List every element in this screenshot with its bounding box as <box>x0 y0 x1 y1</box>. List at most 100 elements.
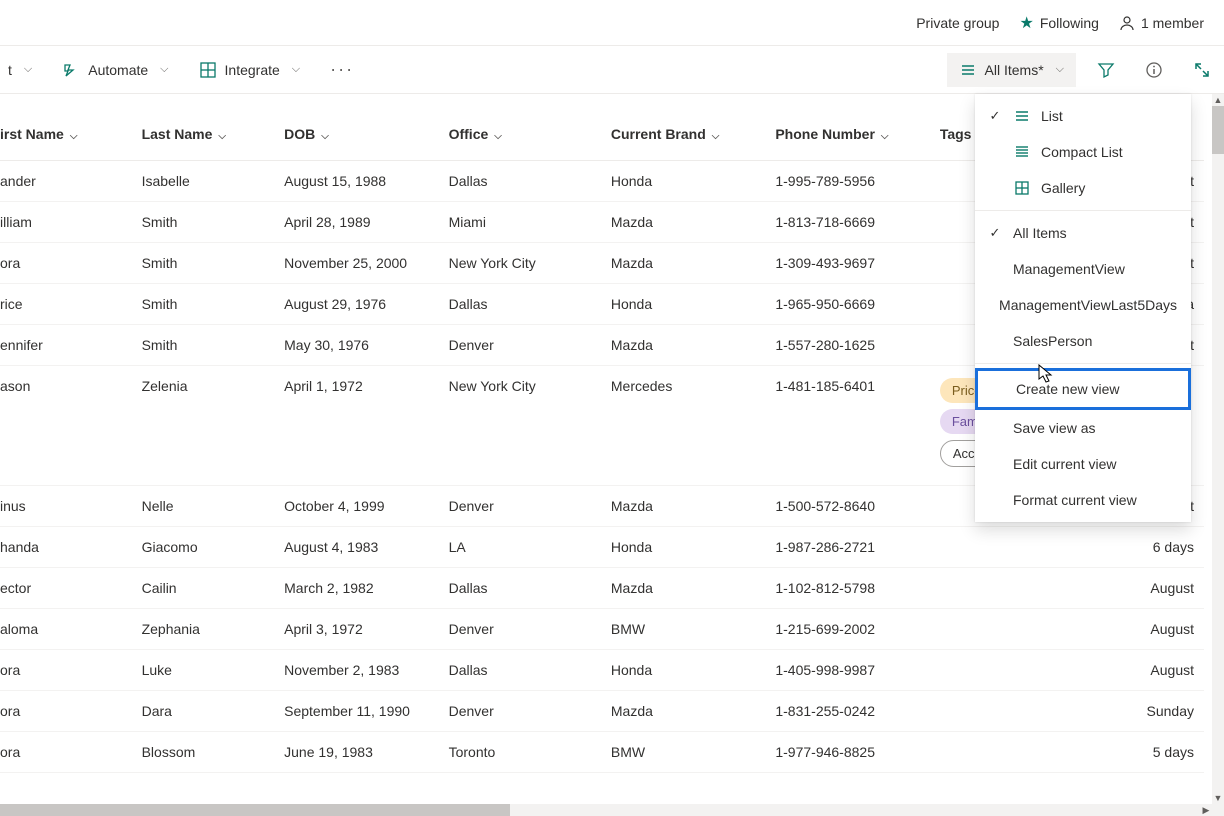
create-new-view[interactable]: Create new view <box>975 368 1191 410</box>
members-link[interactable]: 1 member <box>1119 15 1204 31</box>
table-row[interactable]: oraDaraSeptember 11, 1990DenverMazda1-83… <box>0 691 1204 732</box>
scroll-down-arrow[interactable]: ▼ <box>1212 792 1224 804</box>
view-option-label: ManagementView <box>1013 261 1125 277</box>
list-icon <box>1013 108 1031 124</box>
following-toggle[interactable]: ★ Following <box>1019 13 1098 33</box>
cell-office: New York City <box>439 366 601 486</box>
cell-last-name: Isabelle <box>132 161 275 202</box>
chevron-down-icon: ⌵ <box>218 131 226 142</box>
integrate-button[interactable]: Integrate ⌵ <box>191 55 309 85</box>
filter-button[interactable] <box>1088 52 1124 88</box>
scroll-right-arrow[interactable]: ▶ <box>1200 804 1212 816</box>
view-option-management[interactable]: ManagementView <box>975 251 1191 287</box>
cell-phone: 1-995-789-5956 <box>765 161 929 202</box>
cell-last-name: Blossom <box>132 732 275 773</box>
view-option-salesperson[interactable]: SalesPerson <box>975 323 1191 359</box>
table-row[interactable]: oraBlossomJune 19, 1983TorontoBMW1-977-9… <box>0 732 1204 773</box>
export-button[interactable]: t ⌵ <box>0 56 40 84</box>
integrate-label: Integrate <box>225 62 280 78</box>
view-option-compact-list[interactable]: Compact List <box>975 134 1191 170</box>
format-current-view[interactable]: Format current view <box>975 482 1191 518</box>
cell-brand: Mazda <box>601 243 765 284</box>
chevron-down-icon: ⌵ <box>321 131 329 142</box>
format-current-view-label: Format current view <box>1013 492 1137 508</box>
save-view-as[interactable]: Save view as <box>975 410 1191 446</box>
cell-phone: 1-309-493-9697 <box>765 243 929 284</box>
column-phone-number[interactable]: Phone Number⌵ <box>765 94 929 161</box>
private-group-label: Private group <box>916 15 999 31</box>
cell-dob: April 28, 1989 <box>274 202 438 243</box>
cell-first-name: ora <box>0 243 132 284</box>
cell-office: Toronto <box>439 732 601 773</box>
info-button[interactable] <box>1136 52 1172 88</box>
vertical-scrollbar-track[interactable] <box>1212 94 1224 804</box>
cell-tags <box>930 609 1116 650</box>
horizontal-scrollbar-thumb[interactable] <box>0 804 510 816</box>
save-view-as-label: Save view as <box>1013 420 1095 436</box>
cell-tags <box>930 568 1116 609</box>
cell-phone: 1-987-286-2721 <box>765 527 929 568</box>
check-icon: ✓ <box>987 225 1003 241</box>
column-current-brand[interactable]: Current Brand⌵ <box>601 94 765 161</box>
dropdown-separator <box>975 363 1191 364</box>
cell-tags <box>930 732 1116 773</box>
chevron-down-icon: ⌵ <box>881 131 889 142</box>
flow-icon <box>62 61 80 79</box>
cell-brand: Honda <box>601 161 765 202</box>
column-office[interactable]: Office⌵ <box>439 94 601 161</box>
cell-first-name: ora <box>0 691 132 732</box>
table-row[interactable]: alomaZephaniaApril 3, 1972DenverBMW1-215… <box>0 609 1204 650</box>
cell-phone: 1-813-718-6669 <box>765 202 929 243</box>
cell-dob: August 29, 1976 <box>274 284 438 325</box>
grid-icon <box>199 61 217 79</box>
table-row[interactable]: ectorCailinMarch 2, 1982DallasMazda1-102… <box>0 568 1204 609</box>
cell-office: Denver <box>439 691 601 732</box>
expand-button[interactable] <box>1184 52 1220 88</box>
chevron-down-icon: ⌵ <box>494 131 502 142</box>
command-bar: t ⌵ Automate ⌵ Integrate ⌵ ··· All Items… <box>0 46 1224 94</box>
cell-first-name: ander <box>0 161 132 202</box>
view-selector-button[interactable]: All Items* ⌵ <box>947 53 1076 87</box>
cell-first-name: ason <box>0 366 132 486</box>
cell-dob: April 1, 1972 <box>274 366 438 486</box>
cell-office: Dallas <box>439 650 601 691</box>
dropdown-separator <box>975 210 1191 211</box>
cell-tags <box>930 650 1116 691</box>
cell-office: Denver <box>439 609 601 650</box>
view-option-label: SalesPerson <box>1013 333 1092 349</box>
view-option-list[interactable]: ✓ List <box>975 98 1191 134</box>
cell-brand: BMW <box>601 732 765 773</box>
cell-dob: March 2, 1982 <box>274 568 438 609</box>
cell-dob: November 25, 2000 <box>274 243 438 284</box>
cell-last-name: Smith <box>132 202 275 243</box>
cell-brand: Honda <box>601 650 765 691</box>
column-first-name[interactable]: irst Name⌵ <box>0 94 132 161</box>
cell-first-name: ora <box>0 650 132 691</box>
cell-last-name: Zephania <box>132 609 275 650</box>
view-option-gallery[interactable]: Gallery <box>975 170 1191 206</box>
column-last-name[interactable]: Last Name⌵ <box>132 94 275 161</box>
cell-last-name: Smith <box>132 325 275 366</box>
cell-last-name: Cailin <box>132 568 275 609</box>
following-label: Following <box>1040 15 1099 31</box>
view-option-all-items[interactable]: ✓ All Items <box>975 215 1191 251</box>
more-actions-button[interactable]: ··· <box>322 59 362 80</box>
cell-dob: October 4, 1999 <box>274 486 438 527</box>
cell-brand: Mazda <box>601 691 765 732</box>
view-option-management-5days[interactable]: ManagementViewLast5Days <box>975 287 1191 323</box>
cell-dob: November 2, 1983 <box>274 650 438 691</box>
edit-current-view[interactable]: Edit current view <box>975 446 1191 482</box>
automate-button[interactable]: Automate ⌵ <box>54 55 176 85</box>
cell-office: Dallas <box>439 568 601 609</box>
cell-sign: August <box>1116 568 1204 609</box>
cell-phone: 1-977-946-8825 <box>765 732 929 773</box>
cell-last-name: Dara <box>132 691 275 732</box>
table-row[interactable]: oraLukeNovember 2, 1983DallasHonda1-405-… <box>0 650 1204 691</box>
scroll-up-arrow[interactable]: ▲ <box>1212 94 1224 106</box>
column-dob[interactable]: DOB⌵ <box>274 94 438 161</box>
table-row[interactable]: handaGiacomoAugust 4, 1983LAHonda1-987-2… <box>0 527 1204 568</box>
chevron-down-icon: ⌵ <box>160 63 168 76</box>
cell-last-name: Smith <box>132 284 275 325</box>
cell-phone: 1-831-255-0242 <box>765 691 929 732</box>
cell-sign: 5 days <box>1116 732 1204 773</box>
